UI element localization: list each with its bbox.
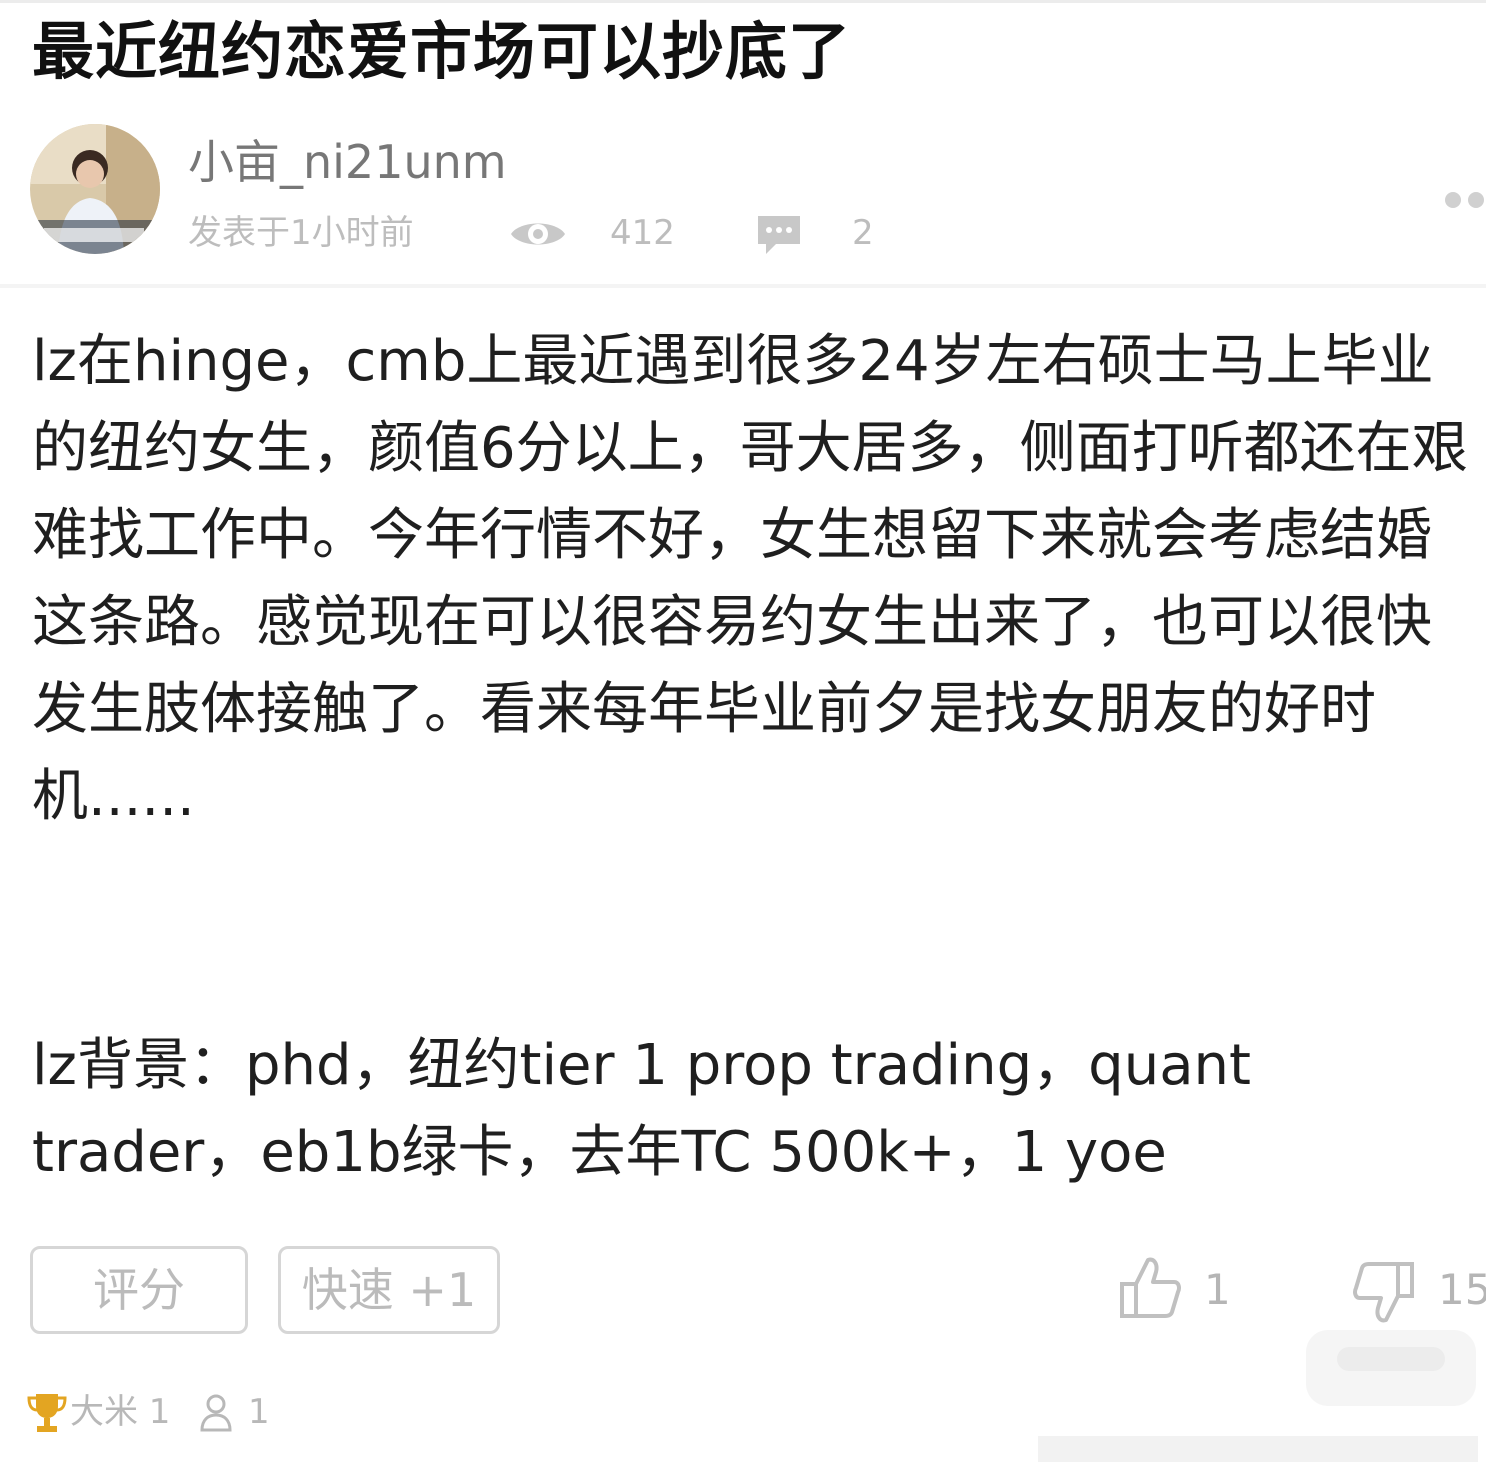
post-background: lz背景：phd，纽约tier 1 prop trading，quant tra…: [32, 1033, 1251, 1185]
thumbs-down-icon: [1352, 1260, 1416, 1330]
author-username[interactable]: 小亩_ni21unm: [188, 136, 507, 188]
author-row: 小亩_ni21unm 发表于1小时前 412 2: [0, 118, 1486, 278]
rice-count: 大米 1: [70, 1392, 171, 1432]
post-meta: 发表于1小时前 412 2: [188, 210, 948, 260]
fast-plus-one-button[interactable]: 快速 +1: [278, 1246, 500, 1334]
comment-count: 2: [852, 213, 874, 253]
more-options-icon[interactable]: [1444, 190, 1486, 214]
view-count: 412: [610, 213, 675, 253]
next-section-edge: [30, 1452, 630, 1464]
post-title: 最近纽约恋爱市场可以抄底了: [32, 15, 852, 88]
watermark-id: [1038, 1428, 1478, 1478]
thumbs-up-icon: [1118, 1254, 1182, 1324]
post-body: lz在hinge，cmb上最近遇到很多24岁左右硕士马上毕业的纽约女生，颜值6分…: [32, 329, 1468, 829]
person-icon: [198, 1392, 234, 1447]
dislike-count: 15: [1438, 1265, 1486, 1314]
header-divider: [0, 284, 1486, 288]
trophy-icon: [26, 1390, 68, 1449]
watermark-logo: [1306, 1330, 1476, 1406]
eye-icon: [508, 214, 568, 266]
comment-bubble-icon[interactable]: [754, 212, 804, 268]
post-time: 发表于1小时前: [188, 213, 414, 253]
rate-button[interactable]: 评分: [30, 1246, 248, 1334]
top-border: [0, 0, 1486, 3]
user-photo-avatar-icon: [30, 124, 160, 254]
like-count: 1: [1204, 1265, 1231, 1314]
follower-count: 1: [248, 1392, 270, 1432]
author-avatar[interactable]: [30, 124, 160, 254]
